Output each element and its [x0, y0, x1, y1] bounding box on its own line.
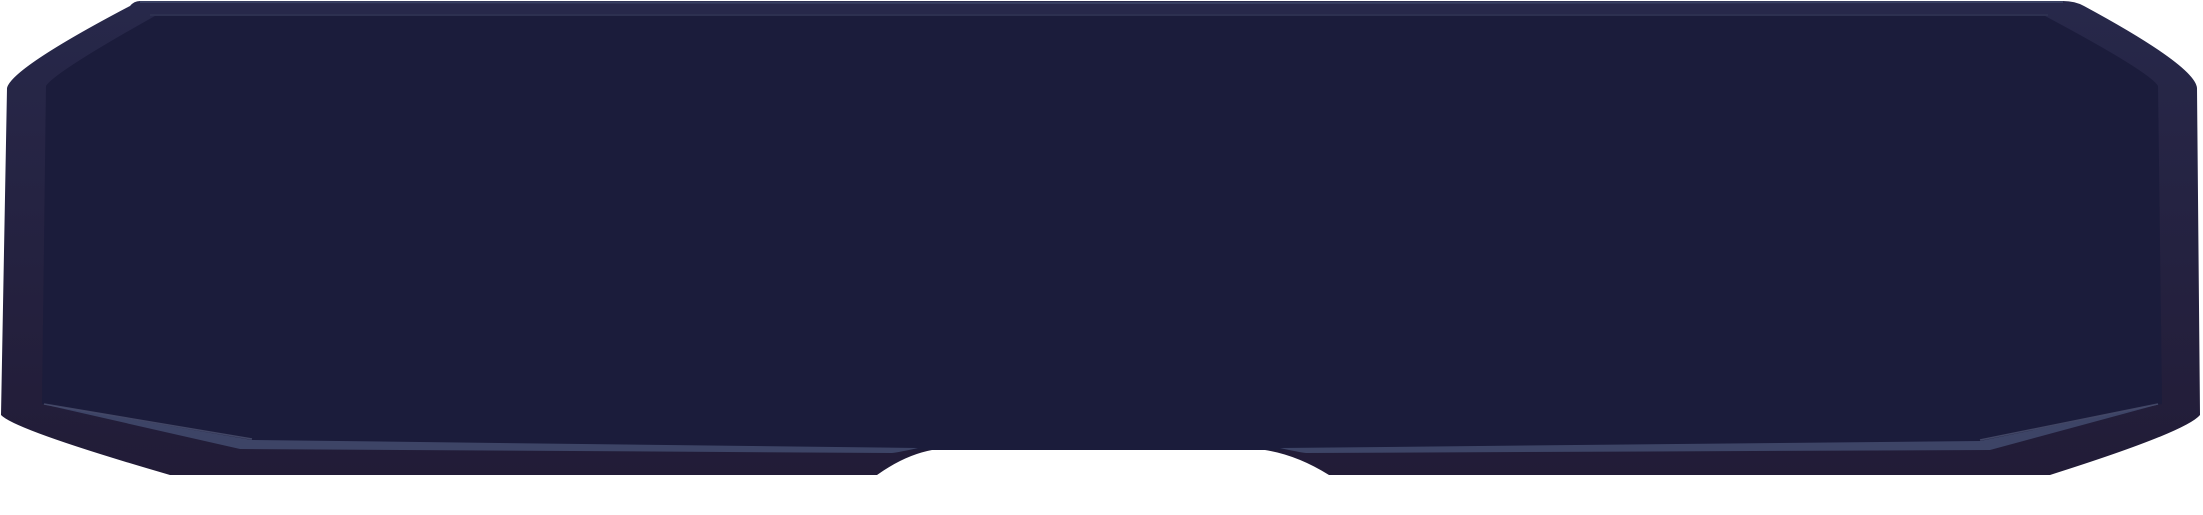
top-rim-highlight — [139, 1, 2064, 5]
hud-panel — [0, 0, 2203, 515]
screen-inner — [42, 16, 2162, 450]
hud-panel-frame — [1, 1, 2200, 476]
bottom-notch — [877, 451, 1329, 476]
